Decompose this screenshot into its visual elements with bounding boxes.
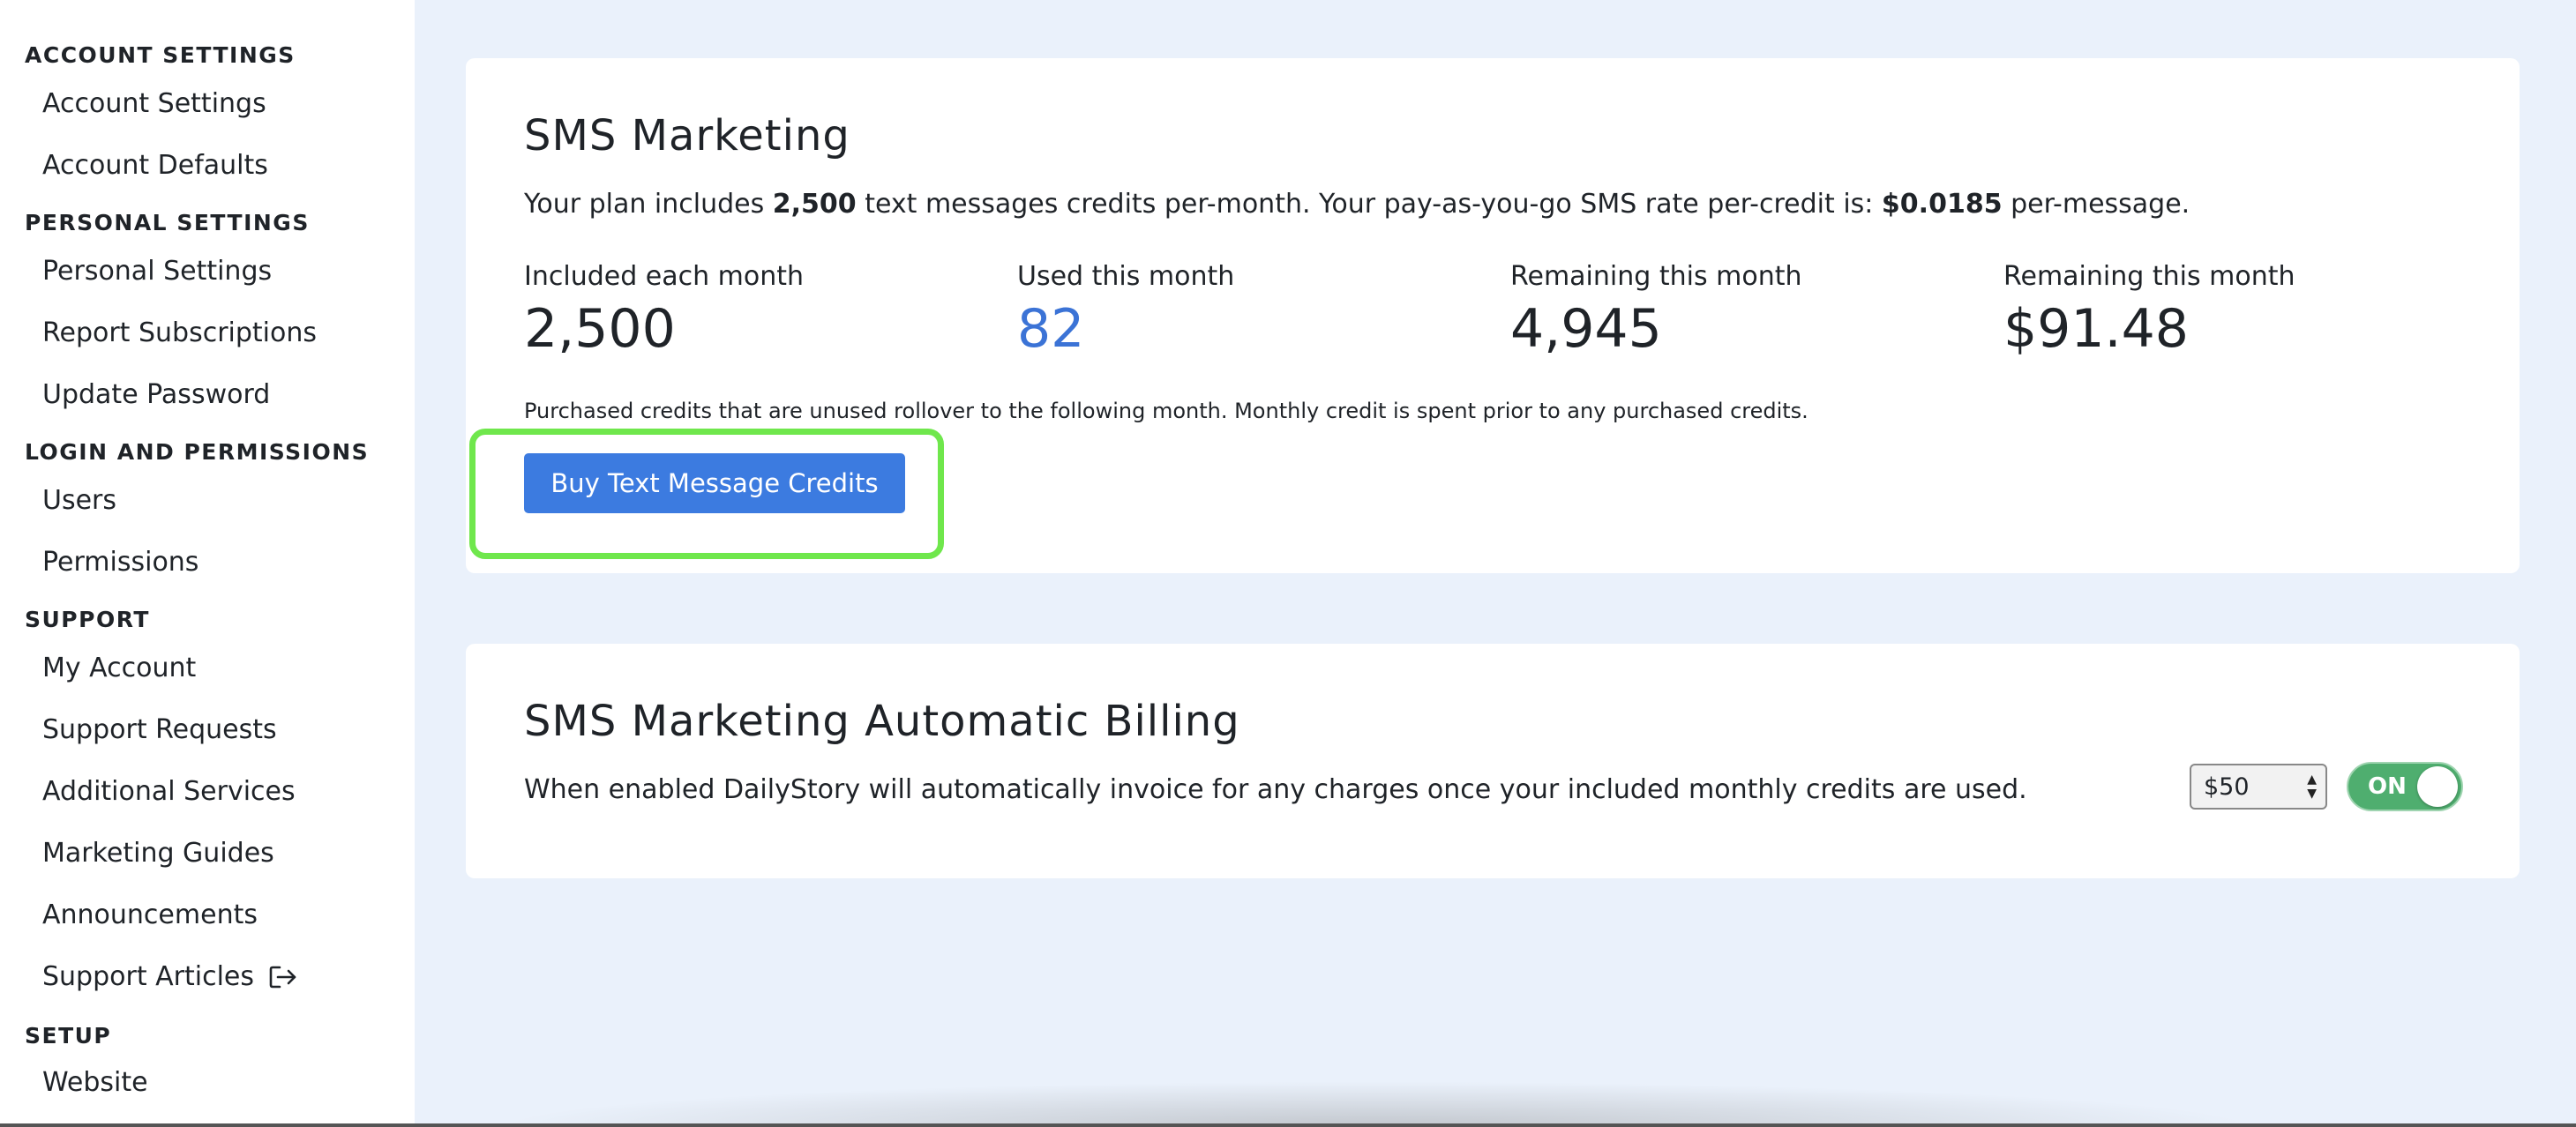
stat-used-value: 82 — [1017, 298, 1085, 360]
sidebar-item-additional-services[interactable]: Additional Services — [42, 776, 296, 807]
billing-amount-value: $50 — [2204, 772, 2250, 801]
external-link-icon — [269, 966, 296, 988]
sidebar: ACCOUNT SETTINGS Account Settings Accoun… — [0, 0, 415, 1127]
stat-remaining-label: Remaining this month — [1510, 261, 1802, 292]
sidebar-item-update-password[interactable]: Update Password — [42, 379, 270, 410]
auto-billing-description: When enabled DailyStory will automatical… — [524, 774, 2027, 805]
sidebar-section-login-permissions: LOGIN AND PERMISSIONS — [25, 439, 370, 465]
sidebar-item-label: Account Defaults — [42, 150, 268, 181]
sidebar-item-label: My Account — [42, 653, 197, 683]
rollover-note: Purchased credits that are unused rollov… — [524, 399, 1808, 423]
sidebar-item-account-settings[interactable]: Account Settings — [42, 88, 266, 119]
sidebar-item-report-subscriptions[interactable]: Report Subscriptions — [42, 317, 317, 348]
sidebar-section-account-settings: ACCOUNT SETTINGS — [25, 42, 296, 68]
sidebar-item-permissions[interactable]: Permissions — [42, 547, 198, 578]
sidebar-item-label: Personal Settings — [42, 256, 273, 287]
sidebar-item-label: Marketing Guides — [42, 838, 274, 869]
sidebar-item-label: Permissions — [42, 547, 199, 578]
sidebar-item-website[interactable]: Website — [42, 1067, 148, 1098]
sidebar-item-label: Support Requests — [42, 714, 277, 745]
desc-text: text messages credits per-month. Your pa… — [856, 189, 1882, 220]
sidebar-item-label: Announcements — [42, 899, 258, 930]
desc-credits: 2,500 — [772, 189, 857, 220]
stat-remaining-value: 4,945 — [1510, 298, 1662, 360]
toggle-knob — [2417, 766, 2458, 807]
auto-billing-title: SMS Marketing Automatic Billing — [524, 697, 1240, 746]
stat-remaining-amount-label: Remaining this month — [2003, 261, 2295, 292]
app: ACCOUNT SETTINGS Account Settings Accoun… — [0, 0, 2576, 1127]
sidebar-item-support-requests[interactable]: Support Requests — [42, 714, 277, 745]
billing-amount-select[interactable]: $50 ▲ ▼ — [2190, 764, 2327, 810]
buy-text-message-credits-button[interactable]: Buy Text Message Credits — [524, 453, 905, 513]
sidebar-item-my-account[interactable]: My Account — [42, 653, 196, 683]
toggle-label: ON — [2368, 773, 2407, 800]
sidebar-section-support: SUPPORT — [25, 607, 150, 632]
desc-text: per-message. — [2002, 189, 2190, 220]
sidebar-item-label: Additional Services — [42, 776, 296, 807]
auto-billing-card — [466, 644, 2520, 878]
sidebar-item-users[interactable]: Users — [42, 485, 116, 516]
sidebar-item-personal-settings[interactable]: Personal Settings — [42, 256, 272, 287]
sidebar-item-announcements[interactable]: Announcements — [42, 899, 258, 930]
sidebar-item-label: Account Settings — [42, 88, 266, 119]
sidebar-item-label: Users — [42, 485, 117, 516]
sidebar-item-account-defaults[interactable]: Account Defaults — [42, 150, 268, 181]
stat-included-value: 2,500 — [524, 298, 676, 360]
sidebar-item-label: Report Subscriptions — [42, 317, 318, 348]
sidebar-section-personal-settings: PERSONAL SETTINGS — [25, 210, 310, 235]
stat-included-label: Included each month — [524, 261, 805, 292]
desc-text: Your plan includes — [524, 189, 773, 220]
bottom-shadow — [494, 1081, 2258, 1127]
auto-billing-toggle[interactable]: ON — [2347, 762, 2463, 811]
stat-remaining-amount-value: $91.48 — [2003, 298, 2189, 360]
sidebar-item-label: Website — [42, 1067, 148, 1098]
desc-rate: $0.0185 — [1881, 189, 2003, 220]
sidebar-section-setup: SETUP — [25, 1023, 112, 1049]
sidebar-item-marketing-guides[interactable]: Marketing Guides — [42, 838, 274, 869]
select-arrows-icon: ▲ ▼ — [2307, 772, 2317, 801]
sidebar-item-support-articles[interactable]: Support Articles — [42, 961, 298, 992]
sidebar-item-label: Support Articles — [42, 961, 254, 992]
sidebar-item-label: Update Password — [42, 379, 271, 410]
window-bottom-edge — [0, 1123, 2576, 1127]
sms-marketing-title: SMS Marketing — [524, 111, 850, 160]
sms-marketing-description: Your plan includes 2,500 text messages c… — [524, 189, 2190, 220]
stat-used-label: Used this month — [1017, 261, 1235, 292]
